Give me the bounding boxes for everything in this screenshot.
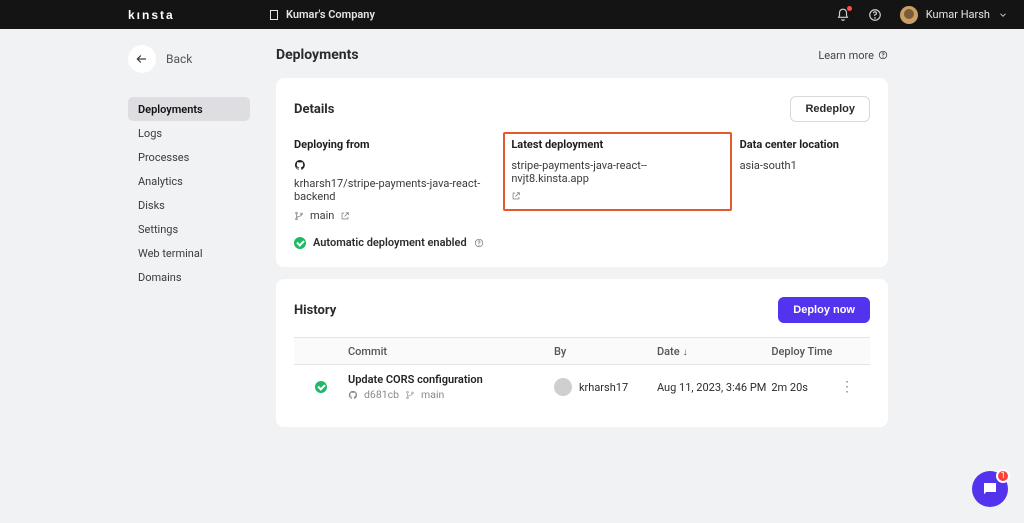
user-menu[interactable]: Kumar Harsh [900,6,1008,24]
row-menu-icon[interactable]: ⋮ [840,379,854,395]
external-link-icon [511,191,521,201]
auto-deploy-text: Automatic deployment enabled [313,236,467,249]
table-header: Commit By Date↓ Deploy Time [294,337,870,365]
latest-deployment-url: stripe-payments-java-react--nvjt8.kinsta… [511,159,723,185]
data-center-label: Data center location [740,138,870,151]
bell-icon[interactable] [836,8,850,22]
history-table: Commit By Date↓ Deploy Time Update CORS … [294,337,870,409]
back-label: Back [166,52,192,66]
sidebar-item-domains[interactable]: Domains [128,265,250,289]
data-center-value: asia-south1 [740,159,870,172]
details-title: Details [294,102,334,117]
learn-more-label: Learn more [818,49,874,62]
col-deploy-time[interactable]: Deploy Time [771,345,840,358]
details-card: Details Redeploy Deploying from krharsh1… [276,78,888,267]
history-card: History Deploy now Commit By Date↓ Deplo… [276,279,888,427]
repo-branch: main [310,209,334,222]
repo-name: krharsh17/stripe-payments-java-react-bac… [294,177,511,203]
avatar [554,378,572,396]
latest-deployment-link[interactable]: stripe-payments-java-react--nvjt8.kinsta… [511,159,723,201]
repo-link[interactable]: krharsh17/stripe-payments-java-react-bac… [294,159,511,222]
redeploy-button[interactable]: Redeploy [790,96,870,122]
sidebar-item-deployments[interactable]: Deployments [128,97,250,121]
external-link-icon [340,211,350,221]
deploy-now-button[interactable]: Deploy now [778,297,870,323]
table-row[interactable]: Update CORS configuration d681cb main [294,365,870,409]
arrow-left-icon [128,45,156,73]
notification-dot [847,6,852,11]
help-circle-icon[interactable] [474,238,484,248]
help-circle-icon [878,50,888,60]
sidebar-item-disks[interactable]: Disks [128,193,250,217]
commit-message: Update CORS configuration [348,373,554,386]
status-success-icon [315,381,327,393]
sidebar-item-processes[interactable]: Processes [128,145,250,169]
sidebar-item-logs[interactable]: Logs [128,121,250,145]
deploy-time: 2m 20s [771,381,840,394]
sort-down-icon: ↓ [683,347,688,358]
git-branch-icon [294,211,304,221]
check-circle-icon [294,237,306,249]
main-content: Deployments Learn more Details Redeploy … [264,41,1024,439]
sidebar-item-analytics[interactable]: Analytics [128,169,250,193]
latest-deployment-highlight: Latest deployment stripe-payments-java-r… [503,132,731,211]
col-date-label: Date [657,345,680,358]
deploying-from-label: Deploying from [294,138,511,151]
back-link[interactable]: Back [128,41,250,77]
author-name: krharsh17 [579,381,628,394]
logo: kınsta [128,8,268,22]
git-branch-icon [405,390,415,400]
chat-launcher[interactable]: 1 [972,471,1008,507]
col-commit[interactable]: Commit [348,345,554,358]
chat-badge: 1 [996,469,1010,483]
page-title: Deployments [276,47,359,63]
history-title: History [294,303,336,318]
company-name: Kumar's Company [286,8,375,21]
help-icon[interactable] [868,8,882,22]
deploy-date: Aug 11, 2023, 3:46 PM [657,381,771,394]
topbar: kınsta Kumar's Company Kumar Harsh [0,0,1024,29]
avatar [900,6,918,24]
chevron-down-icon [998,10,1008,20]
sidebar: Back Deployments Logs Processes Analytic… [0,41,264,439]
building-icon [268,9,280,21]
latest-deployment-label: Latest deployment [511,138,723,151]
sidebar-item-web-terminal[interactable]: Web terminal [128,241,250,265]
commit-branch: main [421,388,444,401]
col-by[interactable]: By [554,345,657,358]
company-selector[interactable]: Kumar's Company [268,8,375,21]
auto-deploy-row: Automatic deployment enabled [294,236,870,249]
col-date[interactable]: Date↓ [657,345,771,358]
learn-more-link[interactable]: Learn more [818,49,888,62]
sidebar-item-settings[interactable]: Settings [128,217,250,241]
user-name: Kumar Harsh [926,8,990,21]
github-icon [294,159,306,171]
commit-sha: d681cb [364,388,399,401]
github-icon [348,390,358,400]
